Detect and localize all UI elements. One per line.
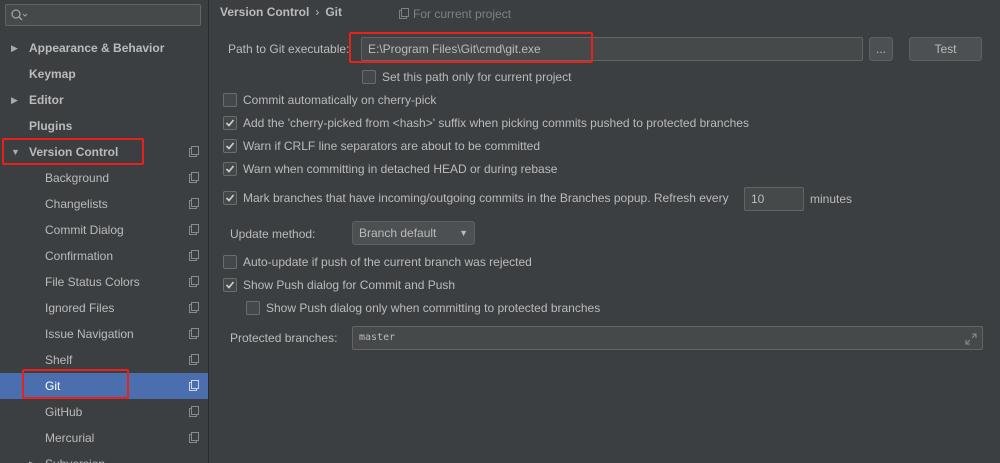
- checkbox-label: Commit automatically on cherry-pick: [243, 93, 437, 107]
- project-scope-icon: [189, 380, 199, 391]
- test-button[interactable]: Test: [909, 37, 982, 61]
- update-method-value: Branch default: [359, 226, 437, 240]
- protected-branches-label: Protected branches:: [230, 331, 338, 345]
- refresh-interval-input[interactable]: 10: [744, 187, 804, 211]
- sidebar-item-background[interactable]: Background: [0, 165, 208, 191]
- sidebar-item-changelists[interactable]: Changelists: [0, 191, 208, 217]
- browse-button[interactable]: ...: [869, 37, 893, 61]
- expand-arrow-icon[interactable]: ▶: [11, 35, 21, 61]
- sidebar-item-label: Commit Dialog: [45, 223, 124, 237]
- sidebar-item-label: File Status Colors: [45, 275, 140, 289]
- sidebar-item-label: Confirmation: [45, 249, 114, 263]
- sidebar-item-shelf[interactable]: Shelf: [0, 347, 208, 373]
- breadcrumb-separator: ›: [315, 5, 320, 19]
- sidebar-item-label: Ignored Files: [45, 301, 115, 315]
- sidebar-item-label: Plugins: [29, 119, 73, 133]
- protected-branches-input[interactable]: master: [352, 326, 983, 350]
- sidebar-item-label: Background: [45, 171, 110, 185]
- protected-branches-value: master: [359, 332, 396, 343]
- checkmark-icon: [225, 142, 235, 150]
- update-method-select[interactable]: Branch default ▼: [352, 221, 475, 245]
- sidebar-item-label: GitHub: [45, 405, 83, 419]
- checkbox[interactable]: [223, 116, 237, 130]
- sidebar-item-github[interactable]: GitHub: [0, 399, 208, 425]
- checkbox[interactable]: [223, 191, 237, 205]
- settings-sidebar: ▶ Appearance & Behavior Keymap ▶ Editor …: [0, 0, 209, 463]
- checkbox-label: Warn when committing in detached HEAD or…: [243, 162, 558, 176]
- project-scope-icon: [189, 250, 199, 261]
- git-path-label: Path to Git executable:: [228, 42, 350, 56]
- sidebar-item-issue-navigation[interactable]: Issue Navigation: [0, 321, 208, 347]
- sidebar-item-label: Shelf: [45, 353, 73, 367]
- project-scope-icon: [189, 276, 199, 287]
- sidebar-item-confirmation[interactable]: Confirmation: [0, 243, 208, 269]
- sidebar-item-label: Changelists: [45, 197, 108, 211]
- project-scope-icon: [189, 432, 199, 443]
- project-scope-text: For current project: [413, 7, 512, 21]
- checkbox-label: Auto-update if push of the current branc…: [243, 255, 532, 269]
- checkbox-label: Add the 'cherry-picked from <hash>' suff…: [243, 116, 749, 130]
- checkbox-label: Show Push dialog only when committing to…: [266, 301, 601, 315]
- sidebar-item-label: Git: [45, 379, 61, 393]
- checkbox[interactable]: [223, 278, 237, 292]
- update-method-label: Update method:: [230, 227, 316, 241]
- breadcrumb-parent: Version Control: [220, 5, 310, 19]
- git-path-input[interactable]: E:\Program Files\Git\cmd\git.exe: [361, 37, 863, 61]
- sidebar-item-git[interactable]: Git: [0, 373, 208, 399]
- sidebar-item-label: Mercurial: [45, 431, 95, 445]
- checkbox-label: Warn if CRLF line separators are about t…: [243, 139, 541, 153]
- checkmark-icon: [225, 165, 235, 173]
- checkmark-icon: [225, 194, 235, 202]
- checkbox[interactable]: [223, 139, 237, 153]
- sidebar-item-mercurial[interactable]: Mercurial: [0, 425, 208, 451]
- sidebar-item-keymap[interactable]: Keymap: [0, 61, 208, 87]
- sidebar-item-label: Issue Navigation: [45, 327, 134, 341]
- checkbox[interactable]: [223, 162, 237, 176]
- sidebar-item-ignored-files[interactable]: Ignored Files: [0, 295, 208, 321]
- sidebar-item-label: Version Control: [29, 145, 119, 159]
- sidebar-item-appearance[interactable]: ▶ Appearance & Behavior: [0, 35, 208, 61]
- sidebar-item-label: Subversion: [45, 451, 105, 463]
- expand-arrow-icon[interactable]: ▶: [11, 87, 21, 113]
- project-scope-icon: [189, 354, 199, 365]
- checkmark-icon: [225, 281, 235, 289]
- project-scope-icon: [189, 172, 199, 183]
- sidebar-item-editor[interactable]: ▶ Editor: [0, 87, 208, 113]
- checkbox[interactable]: [223, 255, 237, 269]
- sidebar-item-label: Editor: [29, 93, 64, 107]
- project-scope-icon: [189, 328, 199, 339]
- settings-search-input[interactable]: [5, 4, 201, 26]
- breadcrumb: Version Control › Git: [220, 5, 342, 19]
- checkbox-label: Set this path only for current project: [382, 70, 572, 84]
- sidebar-item-commit-dialog[interactable]: Commit Dialog: [0, 217, 208, 243]
- project-scope-icon: [399, 8, 409, 19]
- sidebar-item-version-control[interactable]: ▼ Version Control: [0, 139, 208, 165]
- sidebar-item-file-status-colors[interactable]: File Status Colors: [0, 269, 208, 295]
- checkbox[interactable]: [246, 301, 260, 315]
- project-scope-icon: [189, 406, 199, 417]
- checkmark-icon: [225, 119, 235, 127]
- git-settings-panel: Version Control › Git For current project …: [210, 0, 1000, 463]
- sidebar-item-subversion[interactable]: ▶ Subversion: [0, 451, 208, 463]
- breadcrumb-current: Git: [325, 5, 343, 19]
- checkbox[interactable]: [362, 70, 376, 84]
- search-icon: [11, 9, 28, 21]
- project-scope-icon: [189, 146, 199, 157]
- checkbox[interactable]: [223, 93, 237, 107]
- refresh-unit-label: minutes: [810, 192, 853, 206]
- project-scope-note: For current project: [399, 7, 511, 21]
- collapse-arrow-icon[interactable]: ▼: [11, 139, 21, 165]
- project-scope-icon: [189, 224, 199, 235]
- chevron-down-icon: ▼: [459, 228, 468, 238]
- checkbox-label: Show Push dialog for Commit and Push: [243, 278, 456, 292]
- checkbox-label: Mark branches that have incoming/outgoin…: [243, 191, 729, 205]
- expand-icon[interactable]: [965, 333, 977, 345]
- project-scope-icon: [189, 302, 199, 313]
- sidebar-item-label: Appearance & Behavior: [29, 41, 165, 55]
- project-scope-icon: [189, 198, 199, 209]
- expand-arrow-icon[interactable]: ▶: [29, 451, 39, 463]
- sidebar-item-label: Keymap: [29, 67, 76, 81]
- sidebar-item-plugins[interactable]: Plugins: [0, 113, 208, 139]
